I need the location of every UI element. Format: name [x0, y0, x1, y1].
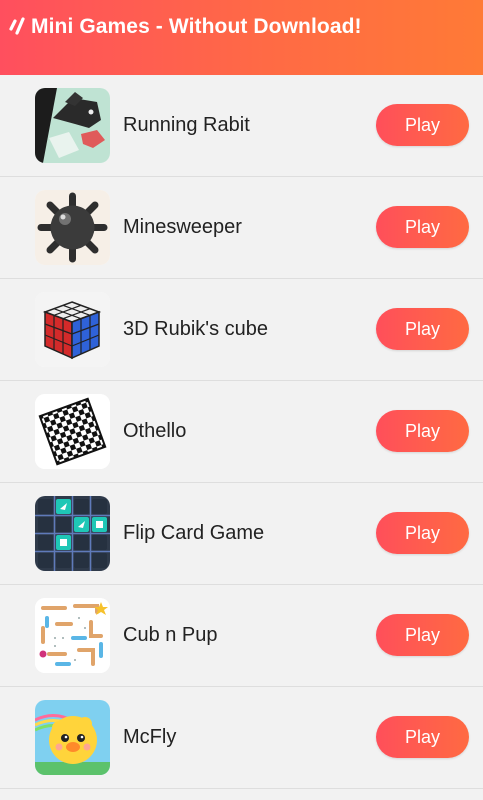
app-logo-icon — [9, 17, 25, 35]
mcfly-bird-icon[interactable] — [35, 700, 110, 775]
list-item[interactable]: Cub n Pup Play — [0, 585, 483, 687]
minesweeper-icon[interactable] — [35, 190, 110, 265]
games-list: Running Rabit Play Minesweeper Play 3D R… — [0, 75, 483, 789]
page-title: Mini Games - Without Download! — [31, 15, 362, 38]
play-button[interactable]: Play — [376, 716, 469, 758]
flip-card-icon[interactable] — [35, 496, 110, 571]
cub-n-pup-icon[interactable] — [35, 598, 110, 673]
game-name[interactable]: Othello — [123, 419, 186, 443]
list-item[interactable]: 3D Rubik's cube Play — [0, 279, 483, 381]
game-name[interactable]: Running Rabit — [123, 113, 250, 137]
play-button[interactable]: Play — [376, 206, 469, 248]
rubiks-cube-icon[interactable] — [35, 292, 110, 367]
game-name[interactable]: Minesweeper — [123, 215, 242, 239]
list-item[interactable]: Othello Play — [0, 381, 483, 483]
play-button[interactable]: Play — [376, 308, 469, 350]
play-button[interactable]: Play — [376, 614, 469, 656]
game-name[interactable]: Flip Card Game — [123, 521, 264, 545]
othello-board-icon[interactable] — [35, 394, 110, 469]
list-item[interactable]: Minesweeper Play — [0, 177, 483, 279]
list-item[interactable]: Running Rabit Play — [0, 75, 483, 177]
running-rabit-icon[interactable] — [35, 88, 110, 163]
play-button[interactable]: Play — [376, 104, 469, 146]
list-item[interactable]: McFly Play — [0, 687, 483, 789]
app-header: Mini Games - Without Download! — [0, 0, 483, 75]
game-name[interactable]: 3D Rubik's cube — [123, 317, 268, 341]
game-name[interactable]: McFly — [123, 725, 176, 749]
play-button[interactable]: Play — [376, 410, 469, 452]
play-button[interactable]: Play — [376, 512, 469, 554]
list-item[interactable]: Flip Card Game Play — [0, 483, 483, 585]
game-name[interactable]: Cub n Pup — [123, 623, 218, 647]
